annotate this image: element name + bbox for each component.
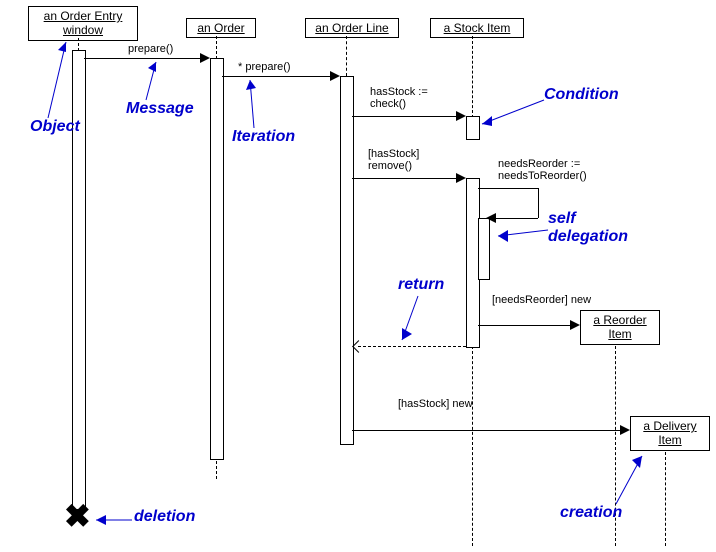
activation-order-line: [340, 76, 354, 445]
msg-prepare2: * prepare(): [238, 61, 291, 73]
activation-stock-self: [478, 218, 490, 280]
deletion-x-icon: ✖: [64, 500, 91, 532]
arrow-new-reorder: [478, 325, 570, 326]
arrowhead-check: [456, 111, 466, 121]
ann-creation-arrow: [612, 452, 652, 508]
arrowhead-return: [352, 340, 365, 353]
msg-new-delivery: [hasStock] new: [398, 398, 473, 410]
ann-condition-arrow: [478, 100, 548, 128]
lifeline-stock-item-top: [472, 36, 473, 118]
lifeline-delivery-item: [665, 452, 666, 546]
ann-self-arrow: [494, 228, 554, 248]
ann-object: Object: [30, 118, 80, 136]
arrowhead-remove: [456, 173, 466, 183]
arrow-return: [358, 346, 466, 347]
ann-message-arrow: [134, 58, 164, 100]
arrow-new-delivery: [352, 430, 620, 431]
ann-iteration-arrow: [244, 76, 264, 128]
participant-order: an Order: [186, 18, 256, 38]
self-top: [478, 188, 538, 189]
arrowhead-new-delivery: [620, 425, 630, 435]
arrowhead-new-reorder: [570, 320, 580, 330]
arrow-remove: [352, 178, 456, 179]
ann-deletion-arrow: [92, 514, 136, 526]
ann-object-arrow: [44, 38, 74, 118]
activation-order: [210, 58, 224, 460]
arrowhead-prepare2: [330, 71, 340, 81]
arrow-prepare2: [222, 76, 330, 77]
lifeline-stock-item-bot: [472, 346, 473, 546]
arrow-check: [352, 116, 456, 117]
msg-prepare1: prepare(): [128, 43, 173, 55]
ann-condition: Condition: [544, 86, 619, 104]
participant-reorder-item: a Reorder Item: [580, 310, 660, 345]
msg-needs-reorder: needsReorder := needsToReorder(): [498, 158, 587, 182]
participant-stock-item: a Stock Item: [430, 18, 524, 38]
ann-deletion: deletion: [134, 508, 195, 526]
self-right: [538, 188, 539, 218]
ann-return-arrow: [398, 296, 428, 346]
ann-return: return: [398, 276, 444, 294]
msg-remove: [hasStock] remove(): [368, 148, 419, 172]
participant-order-line: an Order Line: [305, 18, 399, 38]
ann-message: Message: [126, 100, 194, 118]
lifeline-order-line-top: [346, 36, 347, 76]
self-bot: [490, 218, 538, 219]
ann-self-delegation: self delegation: [548, 210, 628, 246]
sequence-diagram: an Order Entry window an Order an Order …: [0, 0, 716, 552]
ann-iteration: Iteration: [232, 128, 295, 146]
arrowhead-prepare1: [200, 53, 210, 63]
participant-order-entry-window: an Order Entry window: [28, 6, 138, 41]
msg-new-reorder: [needsReorder] new: [492, 294, 591, 306]
self-arrowhead: [486, 213, 496, 223]
participant-delivery-item: a Delivery Item: [630, 416, 710, 451]
msg-check: hasStock := check(): [370, 86, 428, 110]
